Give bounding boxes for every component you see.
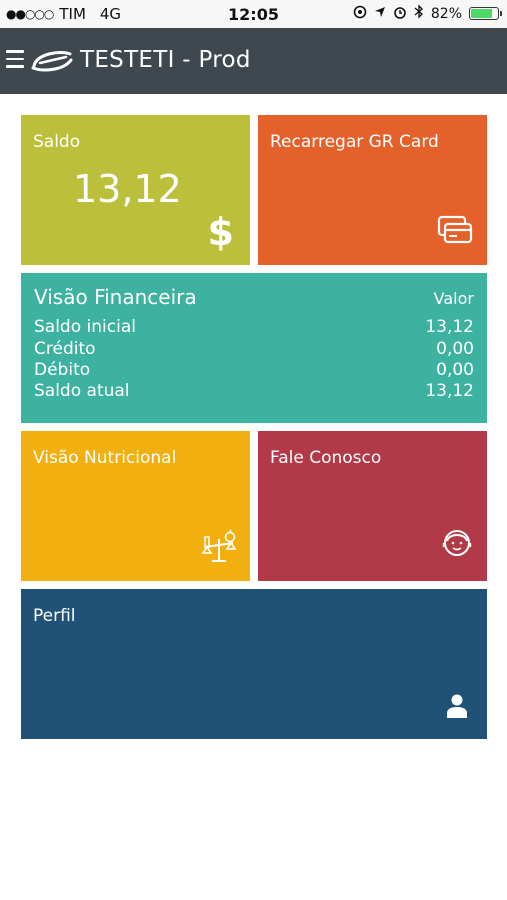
visao-financeira-tile[interactable]: Visão Financeira Valor Saldo inicial 13,… [21, 273, 487, 423]
dollar-icon: $ [207, 210, 234, 254]
battery-level [471, 9, 492, 18]
visao-nutricional-tile[interactable]: Visão Nutricional [21, 431, 250, 581]
row-label: Saldo atual [34, 381, 130, 401]
row-label: Saldo inicial [34, 317, 136, 337]
support-agent-icon [441, 527, 473, 563]
visao-financeira-title: Visão Financeira [34, 285, 197, 309]
battery-percent: 82% [430, 5, 462, 22]
financial-row: Crédito 0,00 [34, 339, 474, 359]
app-header: TESTETI - Prod [0, 28, 507, 94]
row-value: 0,00 [436, 360, 474, 380]
row-label: Débito [34, 360, 91, 380]
row-label: Crédito [34, 339, 96, 359]
perfil-label: Perfil [33, 606, 76, 626]
row-value: 13,12 [425, 381, 474, 401]
saldo-tile[interactable]: Saldo 13,12 $ [21, 115, 250, 265]
row-value: 0,00 [436, 339, 474, 359]
saldo-value: 13,12 [73, 167, 182, 211]
scale-apple-icon [200, 529, 238, 569]
logo-icon [30, 46, 74, 80]
screen-lock-icon [353, 5, 367, 23]
recarregar-label: Recarregar GR Card [270, 132, 439, 152]
financial-row: Saldo atual 13,12 [34, 381, 474, 401]
user-icon [447, 694, 467, 722]
fale-conosco-label: Fale Conosco [270, 448, 382, 468]
financial-row: Saldo inicial 13,12 [34, 317, 474, 337]
saldo-label: Saldo [33, 132, 81, 152]
financial-row: Débito 0,00 [34, 360, 474, 380]
visao-nutricional-label: Visão Nutricional [33, 448, 177, 468]
status-bar: ●●○○○ TIM 4G 12:05 82% [0, 0, 507, 28]
perfil-tile[interactable]: Perfil [21, 589, 487, 739]
valor-column-header: Valor [433, 289, 474, 308]
bluetooth-icon [414, 4, 424, 23]
hamburger-menu-icon[interactable] [6, 50, 24, 68]
fale-conosco-tile[interactable]: Fale Conosco [258, 431, 487, 581]
recarregar-gr-card-tile[interactable]: Recarregar GR Card [258, 115, 487, 265]
battery-icon [469, 7, 502, 20]
row-value: 13,12 [425, 317, 474, 337]
app-title: TESTETI - Prod [80, 47, 251, 73]
alarm-icon [393, 5, 407, 23]
status-icons: 82% [353, 4, 502, 23]
cards-icon [437, 215, 473, 249]
location-icon [374, 6, 386, 22]
